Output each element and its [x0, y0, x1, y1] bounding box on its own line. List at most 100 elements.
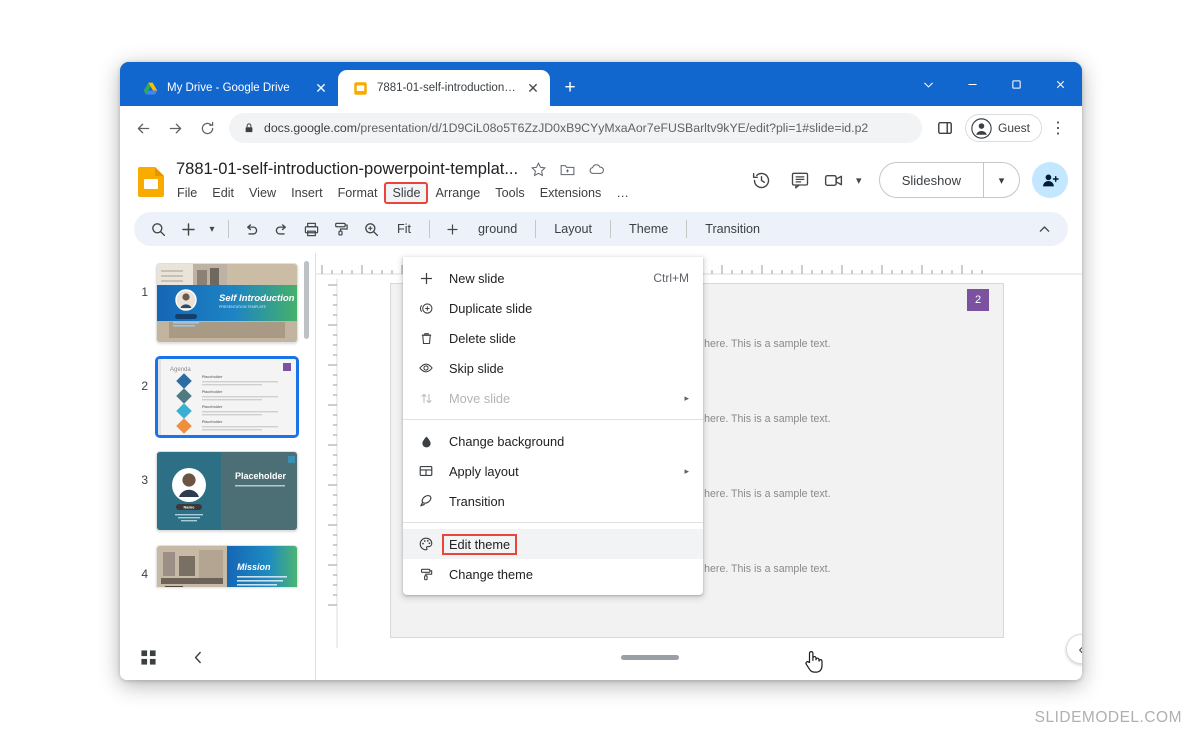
- meet-caret-icon[interactable]: ▾: [851, 163, 867, 197]
- slide-number: 4: [134, 545, 148, 581]
- menu-item-move-slide: Move slide ▸: [403, 383, 703, 413]
- menu-tools[interactable]: Tools: [488, 183, 531, 203]
- slide-corner-badge: 2: [967, 289, 989, 311]
- duplicate-icon: [417, 299, 435, 317]
- grid-view-icon[interactable]: [140, 649, 157, 666]
- menu-slide[interactable]: Slide: [385, 183, 427, 203]
- page-title[interactable]: 7881-01-self-introduction-powerpoint-tem…: [176, 160, 518, 179]
- cloud-saved-icon[interactable]: [588, 161, 605, 178]
- forward-icon[interactable]: [160, 113, 190, 143]
- slide-number: 3: [134, 451, 148, 487]
- watermark: SLIDEMODEL.COM: [1035, 709, 1182, 727]
- filmstrip-item-3[interactable]: 3 Name Placeholder: [120, 451, 315, 531]
- minimize-icon[interactable]: [950, 62, 994, 106]
- new-slide-caret-icon[interactable]: ▾: [204, 215, 220, 243]
- filmstrip-item-1[interactable]: 1: [120, 263, 315, 343]
- address-bar-url: docs.google.com/presentation/d/1D9CiL08o…: [264, 121, 868, 135]
- svg-text:Placeholder: Placeholder: [202, 405, 223, 409]
- menu-extensions[interactable]: Extensions: [533, 183, 609, 203]
- toolbar-transition-button[interactable]: Transition: [695, 222, 770, 236]
- browser-toolbar: docs.google.com/presentation/d/1D9CiL08o…: [120, 106, 1082, 150]
- svg-text:Mission: Mission: [237, 562, 271, 572]
- menu-item-change-background[interactable]: Change background: [403, 426, 703, 456]
- browser-tab-1[interactable]: My Drive - Google Drive ✕: [128, 70, 338, 106]
- docs-title-block: 7881-01-self-introduction-powerpoint-tem…: [176, 160, 636, 203]
- zoom-icon[interactable]: [357, 215, 385, 243]
- undo-icon[interactable]: [237, 215, 265, 243]
- share-person-add-icon[interactable]: [1032, 162, 1068, 198]
- move-updown-icon: [417, 389, 435, 407]
- maximize-icon[interactable]: [994, 62, 1038, 106]
- slide-thumbnail-4[interactable]: Mission: [156, 545, 298, 587]
- close-icon[interactable]: ✕: [313, 80, 329, 96]
- new-tab-button[interactable]: +: [556, 74, 584, 102]
- filmstrip-scrollbar[interactable]: [304, 261, 309, 339]
- toolbar-collapse-icon[interactable]: [1030, 215, 1058, 243]
- trash-icon: [417, 329, 435, 347]
- print-icon[interactable]: [297, 215, 325, 243]
- profile-chip[interactable]: Guest: [965, 114, 1042, 142]
- chevron-down-icon[interactable]: [906, 62, 950, 106]
- slideshow-button[interactable]: Slideshow: [880, 163, 983, 197]
- menu-view[interactable]: View: [242, 183, 283, 203]
- submenu-arrow-icon: ▸: [684, 393, 689, 404]
- zoom-level-label[interactable]: Fit: [387, 222, 421, 236]
- docs-header-actions: ▾ Slideshow ▾: [745, 162, 1068, 198]
- slides-app: 7881-01-self-introduction-powerpoint-tem…: [120, 150, 1082, 680]
- toolbar-separator-3: [535, 220, 536, 238]
- toolbar-theme-button[interactable]: Theme: [619, 222, 678, 236]
- filmstrip-footer: [120, 634, 315, 680]
- slideshow-caret-icon[interactable]: ▾: [983, 163, 1019, 197]
- redo-icon[interactable]: [267, 215, 295, 243]
- docs-title-row: 7881-01-self-introduction-powerpoint-tem…: [176, 160, 636, 179]
- browser-menu-icon[interactable]: ⋮: [1044, 114, 1072, 142]
- slide-thumbnail-3[interactable]: Name Placeholder: [156, 451, 298, 531]
- toolbar-layout-button[interactable]: Layout: [544, 222, 602, 236]
- menubar: File Edit View Insert Format Slide Arran…: [170, 183, 636, 203]
- menu-item-transition[interactable]: Transition: [403, 486, 703, 516]
- filmstrip-collapse-icon[interactable]: [191, 650, 206, 665]
- menu-file[interactable]: File: [170, 183, 204, 203]
- canvas-horizontal-scrollbar[interactable]: [621, 655, 679, 660]
- plus-icon: [417, 269, 435, 287]
- filmstrip-item-2[interactable]: 2 Agenda Placeholder: [120, 357, 315, 437]
- search-icon[interactable]: [144, 215, 172, 243]
- menu-item-label: Change background: [449, 434, 689, 449]
- window-close-icon[interactable]: [1038, 62, 1082, 106]
- menu-item-label: Delete slide: [449, 331, 689, 346]
- menu-item-duplicate-slide[interactable]: Duplicate slide: [403, 293, 703, 323]
- side-panel-icon[interactable]: [931, 114, 959, 142]
- toolbar-separator-2: [429, 220, 430, 238]
- menu-item-change-theme[interactable]: Change theme: [403, 559, 703, 589]
- menu-arrange[interactable]: Arrange: [428, 183, 487, 203]
- address-bar[interactable]: docs.google.com/presentation/d/1D9CiL08o…: [229, 113, 922, 143]
- browser-tab-strip: My Drive - Google Drive ✕ 7881-01-self-i…: [120, 62, 1082, 106]
- star-icon[interactable]: [530, 161, 547, 178]
- close-icon[interactable]: ✕: [525, 80, 541, 96]
- menu-format[interactable]: Format: [331, 183, 385, 203]
- new-slide-icon[interactable]: [174, 215, 202, 243]
- menu-item-new-slide[interactable]: New slide Ctrl+M: [403, 263, 703, 293]
- back-icon[interactable]: [128, 113, 158, 143]
- meet-camera-icon[interactable]: [821, 163, 847, 197]
- filmstrip-item-4[interactable]: 4: [120, 545, 315, 587]
- transition-plus-icon[interactable]: [438, 215, 466, 243]
- menu-item-delete-slide[interactable]: Delete slide: [403, 323, 703, 353]
- menu-edit[interactable]: Edit: [205, 183, 241, 203]
- paint-format-icon[interactable]: [327, 215, 355, 243]
- menu-overflow[interactable]: …: [609, 183, 636, 203]
- menu-item-edit-theme[interactable]: Edit theme: [403, 529, 703, 559]
- menu-item-apply-layout[interactable]: Apply layout ▸: [403, 456, 703, 486]
- comment-icon[interactable]: [783, 163, 817, 197]
- slide-filmstrip: 1: [120, 253, 315, 680]
- move-to-folder-icon[interactable]: [559, 161, 576, 178]
- slide-thumbnail-2[interactable]: Agenda Placeholder Placeholder Pl: [156, 357, 298, 437]
- toolbar-background-button[interactable]: ground: [468, 222, 527, 236]
- menu-insert[interactable]: Insert: [284, 183, 330, 203]
- slide-thumbnail-1[interactable]: Self Introduction PRESENTATION TEMPLATE: [156, 263, 298, 343]
- reload-icon[interactable]: [192, 113, 222, 143]
- explore-collapse-icon[interactable]: ‹: [1066, 634, 1082, 664]
- menu-item-skip-slide[interactable]: Skip slide: [403, 353, 703, 383]
- browser-tab-2[interactable]: 7881-01-self-introduction-powerp ✕: [338, 70, 550, 106]
- version-history-icon[interactable]: [745, 163, 779, 197]
